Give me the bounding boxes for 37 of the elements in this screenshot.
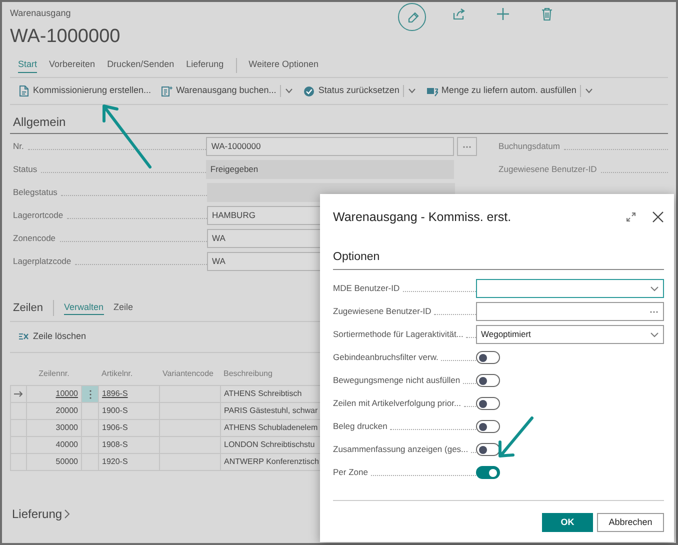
field-label: Bewegungsmenge nicht ausfüllen <box>333 374 460 387</box>
table-cell: 1908-S <box>98 436 160 454</box>
dialog-title: Warenausgang - Kommiss. erst. <box>333 209 512 226</box>
field-label: Buchungsdatum <box>498 140 560 153</box>
table-cell: 30000 <box>26 420 82 436</box>
table-cell: 1920-S <box>98 454 160 470</box>
table-cell: 20000 <box>26 402 82 420</box>
page-title: WA-1000000 <box>10 26 120 48</box>
field-label: Lagerplatzcode <box>13 255 72 268</box>
section-heading: Allgemein <box>10 112 668 134</box>
field-label: Belegstatus <box>13 186 58 199</box>
table-cell: 50000 <box>26 454 82 470</box>
field-label: Gebindeanbruchsfilter verw. <box>333 351 438 364</box>
section-heading: Zeilen <box>13 300 43 316</box>
table-cell: 40000 <box>26 436 82 454</box>
breadcrumb: Warenausgang <box>10 7 72 20</box>
column-header: Zeilennr. <box>26 352 82 386</box>
field-label: Zonencode <box>13 232 56 245</box>
field-label: Nr. <box>13 140 24 153</box>
field-label: Sortiermethode für Lageraktivität... <box>333 328 464 341</box>
table-cell: 1906-S <box>98 420 160 436</box>
section-heading: Optionen <box>333 248 664 270</box>
table-cell: 1900-S <box>98 402 160 420</box>
field-label: MDE Benutzer-ID <box>333 282 400 295</box>
field-label: Per Zone <box>333 466 368 479</box>
field-label: Zugewiesene Benutzer-ID <box>333 305 432 318</box>
column-header: Artikelnr. <box>98 352 160 386</box>
field-label: Zugewiesene Benutzer-ID <box>498 163 597 176</box>
field-label: Zusammenfassung anzeigen (ges... <box>333 443 468 456</box>
field-label: Status <box>13 163 38 176</box>
readonly-field: Freigegeben <box>206 160 454 179</box>
field-label: Zeilen mit Artikelverfolgung prior... <box>333 397 462 410</box>
section-heading: Lieferung <box>12 506 62 523</box>
column-header: Beschreibung <box>220 352 322 386</box>
field-label: Lagerortcode <box>13 209 64 222</box>
column-header: Variantencode <box>160 352 220 386</box>
field-label: Beleg drucken <box>333 420 388 433</box>
